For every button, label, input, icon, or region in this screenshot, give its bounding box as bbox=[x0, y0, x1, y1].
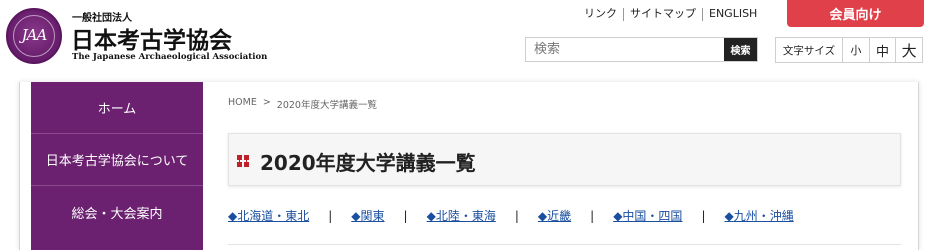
font-size-small-button[interactable]: 小 bbox=[842, 38, 869, 62]
breadcrumb-current: 2020年度大学講義一覧 bbox=[276, 100, 377, 111]
org-name-english: The Japanese Archaeological Association bbox=[72, 52, 268, 62]
main-area: ホーム 日本考古学協会について 総会・大会案内 HOME > 2020年度大学講… bbox=[0, 82, 936, 250]
font-size-control: 文字サイズ 小 中 大 bbox=[775, 37, 923, 63]
site-header: JAA 一般社団法人 日本考古学協会 The Japanese Archaeol… bbox=[0, 0, 936, 82]
title-marker-icon bbox=[237, 155, 249, 167]
region-link-kanto[interactable]: ◆関東 bbox=[351, 207, 384, 224]
members-button[interactable]: 会員向け bbox=[787, 0, 924, 27]
sidebar-item-about[interactable]: 日本考古学協会について bbox=[31, 134, 203, 186]
sidebar-nav: ホーム 日本考古学協会について 総会・大会案内 bbox=[31, 82, 203, 250]
region-link-chugoku-shikoku[interactable]: ◆中国・四国 bbox=[613, 207, 682, 224]
region-link-kinki[interactable]: ◆近畿 bbox=[538, 207, 571, 224]
association-logo-emblem[interactable]: JAA bbox=[6, 8, 62, 64]
search-button[interactable]: 検索 bbox=[724, 38, 757, 61]
search-box: 検索 bbox=[525, 37, 758, 62]
region-link-kyushu-okinawa[interactable]: ◆九州・沖縄 bbox=[724, 207, 793, 224]
font-size-large-button[interactable]: 大 bbox=[895, 38, 922, 62]
font-size-medium-button[interactable]: 中 bbox=[868, 38, 896, 62]
region-link-hokkaido-tohoku[interactable]: ◆北海道・東北 bbox=[228, 207, 309, 224]
section-divider bbox=[228, 244, 901, 245]
region-separator: | bbox=[403, 208, 408, 223]
logo-monogram: JAA bbox=[21, 26, 48, 44]
region-separator: | bbox=[514, 208, 519, 223]
breadcrumb-separator: > bbox=[262, 97, 271, 108]
utility-links: リンク サイトマップ ENGLISH bbox=[578, 7, 763, 21]
sidebar-item-home[interactable]: ホーム bbox=[31, 82, 203, 134]
link-english[interactable]: ENGLISH bbox=[703, 7, 763, 21]
search-input[interactable] bbox=[526, 38, 724, 61]
region-separator: | bbox=[701, 208, 706, 223]
breadcrumb-home[interactable]: HOME bbox=[228, 97, 257, 111]
region-separator: | bbox=[328, 208, 333, 223]
sidebar-item-general-meeting[interactable]: 総会・大会案内 bbox=[31, 186, 203, 238]
page-title-box: 2020年度大学講義一覧 bbox=[228, 133, 901, 186]
font-size-label: 文字サイズ bbox=[782, 44, 836, 57]
region-link-hokuriku-tokai[interactable]: ◆北陸・東海 bbox=[427, 207, 496, 224]
region-separator: | bbox=[590, 208, 595, 223]
link-sitemap[interactable]: サイトマップ bbox=[624, 7, 702, 21]
breadcrumb: HOME > 2020年度大学講義一覧 bbox=[228, 97, 377, 111]
link-links[interactable]: リンク bbox=[578, 7, 623, 21]
org-name[interactable]: 日本考古学協会 bbox=[71, 21, 232, 55]
region-links: ◆北海道・東北 | ◆関東 | ◆北陸・東海 | ◆近畿 | ◆中国・四国 | … bbox=[228, 207, 794, 224]
page-title: 2020年度大学講義一覧 bbox=[260, 151, 476, 175]
